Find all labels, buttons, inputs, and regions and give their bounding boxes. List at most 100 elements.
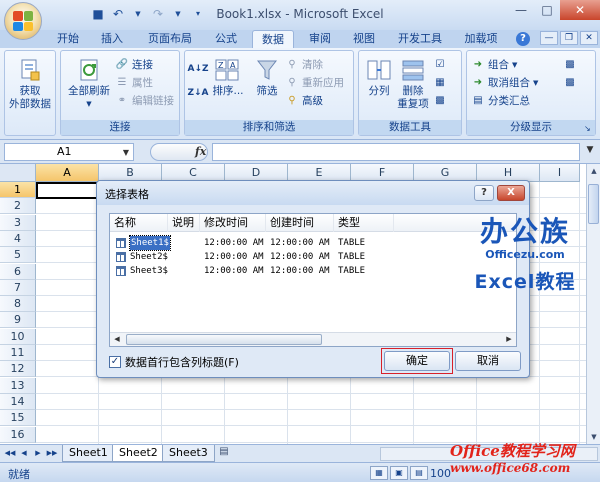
- row-header-14[interactable]: 14: [0, 393, 36, 410]
- scroll-down-icon[interactable]: ▼: [587, 430, 600, 444]
- row-header-15[interactable]: 15: [0, 410, 36, 427]
- dialog-help-icon[interactable]: ?: [474, 185, 494, 201]
- col-header-desc[interactable]: 说明: [168, 214, 200, 232]
- col-header-type[interactable]: 类型: [334, 214, 394, 232]
- formula-input[interactable]: [212, 143, 580, 161]
- row-header-1[interactable]: 1: [0, 182, 36, 198]
- tab-view[interactable]: 视图: [344, 30, 384, 48]
- zoom-level[interactable]: 100: [430, 467, 451, 480]
- tab-home[interactable]: 开始: [48, 30, 88, 48]
- connections-button[interactable]: 🔗 连接: [115, 57, 153, 73]
- text-to-columns-button[interactable]: 分列: [363, 57, 395, 98]
- next-sheet-icon[interactable]: ▶: [32, 447, 44, 459]
- minimize-icon[interactable]: —: [508, 0, 534, 20]
- group-button[interactable]: ➜ 组合 ▼: [471, 57, 518, 73]
- prev-sheet-icon[interactable]: ◀: [18, 447, 30, 459]
- sort-descending-button[interactable]: Z↓A: [187, 85, 208, 101]
- last-sheet-icon[interactable]: ▶▶: [46, 447, 58, 459]
- office-button[interactable]: [4, 2, 42, 40]
- header-row-checkbox[interactable]: ✓: [109, 356, 121, 368]
- tab-review[interactable]: 审阅: [300, 30, 340, 48]
- subtotal-button[interactable]: ▤ 分类汇总: [471, 93, 530, 109]
- tab-addins[interactable]: 加载项: [456, 30, 506, 48]
- row-header-8[interactable]: 8: [0, 296, 36, 313]
- scroll-right-icon[interactable]: ▶: [502, 333, 516, 346]
- row-header-9[interactable]: 9: [0, 312, 36, 329]
- row-header-13[interactable]: 13: [0, 377, 36, 394]
- minimize-icon[interactable]: —: [540, 31, 558, 45]
- page-layout-view-icon[interactable]: ▣: [390, 466, 408, 480]
- sort-ascending-button[interactable]: A↓Z: [187, 61, 208, 77]
- row-header-5[interactable]: 5: [0, 247, 36, 264]
- table-row[interactable]: Sheet2$ 12:00:00 AM 12:00:00 AM TABLE: [110, 250, 516, 264]
- insert-sheet-icon[interactable]: ▤: [216, 446, 232, 460]
- row-header-10[interactable]: 10: [0, 328, 36, 345]
- row-header-16[interactable]: 16: [0, 426, 36, 443]
- restore-icon[interactable]: ❐: [560, 31, 578, 45]
- close-icon[interactable]: ✕: [560, 0, 600, 20]
- ungroup-button[interactable]: ➜ 取消组合 ▼: [471, 75, 539, 91]
- row-header-12[interactable]: 12: [0, 361, 36, 378]
- advanced-filter-button[interactable]: ⚲ 高级: [285, 93, 323, 109]
- tab-developer[interactable]: 开发工具: [390, 30, 450, 48]
- row-header-3[interactable]: 3: [0, 214, 36, 231]
- what-if-button[interactable]: ▩: [433, 93, 447, 109]
- normal-view-icon[interactable]: ▦: [370, 466, 388, 480]
- select-all-corner[interactable]: [0, 164, 36, 182]
- remove-duplicates-button[interactable]: 删除 重复项: [395, 57, 431, 111]
- tab-data[interactable]: 数据: [252, 30, 294, 48]
- scroll-thumb[interactable]: [588, 184, 599, 224]
- row-header-2[interactable]: 2: [0, 198, 36, 215]
- maximize-icon[interactable]: □: [534, 0, 560, 20]
- first-sheet-icon[interactable]: ◀◀: [4, 447, 16, 459]
- row-header-7[interactable]: 7: [0, 279, 36, 296]
- list-scroll-thumb[interactable]: [126, 334, 322, 345]
- table-row[interactable]: Sheet3$ 12:00:00 AM 12:00:00 AM TABLE: [110, 264, 516, 278]
- tab-formulas[interactable]: 公式: [206, 30, 246, 48]
- dialog-close-icon[interactable]: X: [497, 185, 525, 201]
- get-external-data-button[interactable]: 获取 外部数据: [7, 57, 53, 111]
- scroll-up-icon[interactable]: ▲: [587, 164, 600, 178]
- row-header-11[interactable]: 11: [0, 345, 36, 361]
- list-horizontal-scrollbar[interactable]: ◀ ▶: [110, 332, 516, 346]
- table-list[interactable]: 名称 说明 修改时间 创建时间 类型 Sheet1$ 12:00:00 AM 12:…: [109, 213, 517, 347]
- sort-button[interactable]: ZA 排序...: [211, 57, 245, 98]
- chevron-down-icon[interactable]: ▼: [120, 145, 132, 159]
- properties-button[interactable]: ☰ 属性: [115, 75, 153, 91]
- tab-page-layout[interactable]: 页面布局: [140, 30, 200, 48]
- name-box[interactable]: A1 ▼: [4, 143, 134, 161]
- refresh-all-button[interactable]: 全部刷新 ▼: [65, 57, 113, 111]
- row-header-6[interactable]: 6: [0, 263, 36, 280]
- ok-button[interactable]: 确定: [384, 351, 450, 371]
- consolidate-button[interactable]: ▦: [433, 75, 447, 91]
- tab-insert[interactable]: 插入: [92, 30, 132, 48]
- help-icon[interactable]: ?: [516, 32, 530, 46]
- scroll-left-icon[interactable]: ◀: [110, 333, 124, 346]
- col-header-modified[interactable]: 修改时间: [200, 214, 266, 232]
- hide-detail-button[interactable]: ▩: [563, 75, 577, 91]
- show-detail-button[interactable]: ▩: [563, 57, 577, 73]
- insert-function-icon[interactable]: fx: [195, 145, 206, 158]
- table-row[interactable]: Sheet1$ 12:00:00 AM 12:00:00 AM TABLE: [110, 235, 516, 251]
- sheet-tab-2[interactable]: Sheet2: [112, 445, 165, 462]
- expand-formula-bar-icon[interactable]: ▼: [584, 145, 596, 159]
- filter-button[interactable]: 筛选: [251, 57, 283, 98]
- sheet-tab-1[interactable]: Sheet1: [62, 445, 115, 462]
- row-header-4[interactable]: 4: [0, 230, 36, 247]
- active-cell[interactable]: [36, 182, 99, 199]
- data-validation-button[interactable]: ☑: [433, 57, 447, 73]
- clear-filter-button[interactable]: ⚲ 清除: [285, 57, 323, 73]
- close-icon[interactable]: ✕: [580, 31, 598, 45]
- dialog-launcher-icon[interactable]: ↘: [584, 124, 593, 133]
- vertical-scrollbar[interactable]: ▲ ▼: [586, 164, 600, 444]
- col-header-created[interactable]: 创建时间: [266, 214, 334, 232]
- cancel-button[interactable]: 取消: [455, 351, 521, 371]
- column-header-i[interactable]: I: [540, 164, 580, 182]
- reapply-button[interactable]: ⚲ 重新应用: [285, 75, 344, 91]
- sheet-tab-3[interactable]: Sheet3: [162, 445, 215, 462]
- header-row-checkbox-row[interactable]: ✓ 数据首行包含列标题(F): [109, 354, 239, 370]
- page-break-view-icon[interactable]: ▤: [410, 466, 428, 480]
- col-header-name[interactable]: 名称: [110, 214, 168, 232]
- edit-links-button[interactable]: ⚭ 编辑链接: [115, 93, 174, 109]
- column-header-a[interactable]: A: [36, 164, 99, 182]
